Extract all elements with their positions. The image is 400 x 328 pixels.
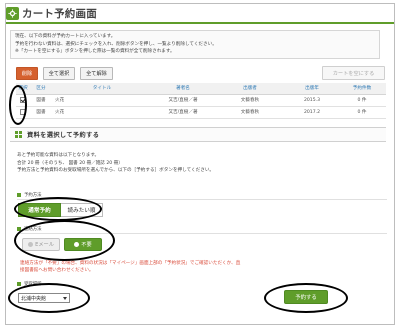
deselect-all-button[interactable]: 全て解除 <box>80 67 113 80</box>
cart-table: 選択 区分 タイトル 著者名 出版者 出版年 予約件数 図書 火花 又吉/直樹／… <box>16 83 386 119</box>
email-option-label: Eメール <box>35 242 54 248</box>
pickup-selected-value: 北浦中央館 <box>21 295 47 302</box>
section-header: 資料を選択して予約する <box>10 127 386 142</box>
table-row: 図書 火花 又吉/直樹／著 文藝春秋 2015.3 0 件 <box>16 94 386 107</box>
contact-toggle: Eメール 不要 <box>22 238 102 251</box>
contact-label: 連絡方法 <box>17 226 42 232</box>
intro-line: 予約方法と予約資料のお受取場所を選んでから、以下の［予約する］ボタンを押してくだ… <box>17 168 215 173</box>
header-divider <box>6 22 394 24</box>
info-box: 現在、以下の資料が予約カートに入っています。 予約を行わない資料は、選択にチェッ… <box>10 30 380 59</box>
select-cell <box>16 106 30 119</box>
no-contact-option[interactable]: 不要 <box>64 238 102 251</box>
publisher-cell: 文藝春秋 <box>214 94 286 107</box>
reserve-button[interactable]: 予約する <box>284 290 328 304</box>
info-line: 現在、以下の資料が予約カートに入っています。 <box>15 34 116 39</box>
info-line: ※「カートを空にする」ボタンを押した際は一覧の資料が全て削除されます。 <box>15 49 175 55</box>
column-header: 区分 <box>30 83 52 95</box>
grid-icon <box>15 130 23 139</box>
gear-icon <box>6 7 19 20</box>
chevron-down-icon <box>63 297 67 300</box>
title-cell[interactable]: 火花 <box>52 106 152 119</box>
intro-line: あと予約可能な資料は以下となります。 <box>17 153 100 158</box>
count-cell: 0 件 <box>338 106 386 119</box>
no-contact-option-label: 不要 <box>81 242 92 248</box>
kind-cell: 図書 <box>30 94 52 107</box>
pickup-location-select[interactable]: 北浦中央館 <box>18 293 70 303</box>
year-cell: 2015.3 <box>286 94 338 107</box>
radio-icon <box>74 242 80 247</box>
page-title: カート予約画面 <box>22 8 97 20</box>
kind-cell: 図書 <box>30 106 52 119</box>
cart-toolbar: 削除 全て選択 全て解除 <box>16 67 113 80</box>
normal-reserve-option[interactable]: 通常予約 <box>18 203 61 217</box>
publisher-cell: 文藝春秋 <box>214 106 286 119</box>
column-header: 選択 <box>16 83 30 95</box>
reservation-intro: あと予約可能な資料は以下となります。 合計 20 冊（そのうち、 図書 20 冊… <box>17 152 214 175</box>
table-header-row: 選択 区分 タイトル 著者名 出版者 出版年 予約件数 <box>16 83 386 95</box>
column-header[interactable]: タイトル <box>52 83 152 95</box>
page-header: カート予約画面 <box>6 6 97 21</box>
column-header[interactable]: 出版者 <box>214 83 286 95</box>
row-checkbox[interactable] <box>20 108 26 115</box>
method-label: 予約方法 <box>17 192 42 198</box>
info-line: 予約を行わない資料は、選択にチェックを入れ、削除ボタンを押し、一覧より削除してく… <box>15 41 217 47</box>
read-order-option[interactable]: 読みたい順 <box>61 203 103 217</box>
contact-warning: 連絡方法が「不要」の場合、資料の状況は「マイページ」画面上部の「予約状況」でご確… <box>20 260 240 274</box>
column-header[interactable]: 予約件数 <box>338 83 386 95</box>
title-cell[interactable]: 火花 <box>52 94 152 107</box>
delete-button[interactable]: 削除 <box>16 67 38 80</box>
section-title: 資料を選択して予約する <box>27 132 100 139</box>
warning-line: 連絡方法が「不要」の場合、資料の状況は「マイページ」画面上部の「予約状況」でご確… <box>20 261 241 266</box>
column-header[interactable]: 出版年 <box>286 83 338 95</box>
intro-line: 合計 20 冊（そのうち、 図書 20 冊／雑誌 20 冊） <box>17 160 123 166</box>
pickup-label: 受取場所 <box>17 281 42 287</box>
row-checkbox[interactable] <box>20 96 26 103</box>
select-cell <box>16 94 30 107</box>
author-cell: 又吉/直樹／著 <box>152 94 214 107</box>
column-header[interactable]: 著者名 <box>152 83 214 95</box>
empty-cart-button[interactable]: カートを空にする <box>322 66 385 80</box>
method-divider <box>17 199 387 200</box>
year-cell: 2017.2 <box>286 106 338 119</box>
email-option[interactable]: Eメール <box>22 238 60 251</box>
contact-divider <box>17 233 387 234</box>
table-row: 図書 火花 又吉/直樹／著 文藝春秋 2017.2 0 件 <box>16 106 386 119</box>
warning-line: 接図書館へお問い合わせください。 <box>20 268 94 274</box>
method-toggle: 通常予約 読みたい順 <box>18 203 103 217</box>
radio-icon <box>28 242 34 247</box>
select-all-button[interactable]: 全て選択 <box>43 67 75 80</box>
count-cell: 0 件 <box>338 94 386 107</box>
author-cell: 又吉/直樹／著 <box>152 106 214 119</box>
